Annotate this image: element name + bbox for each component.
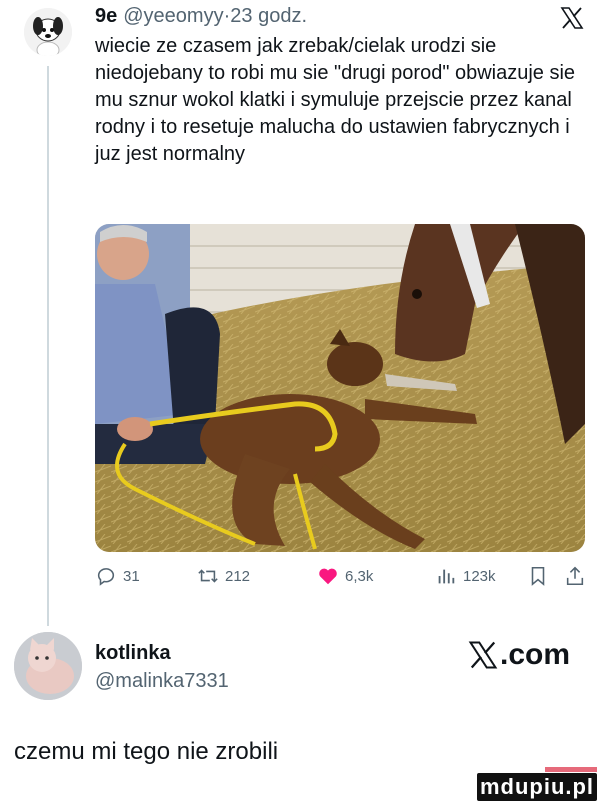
x-com-text: .com bbox=[500, 638, 571, 671]
cat-avatar-image bbox=[14, 632, 82, 700]
x-com-brand: .com bbox=[468, 638, 570, 672]
tweet-photo[interactable] bbox=[95, 224, 585, 552]
bookmark-icon bbox=[531, 566, 545, 586]
meme-caption: czemu mi tego nie zrobili bbox=[14, 738, 279, 765]
retweet-count: 212 bbox=[225, 567, 251, 585]
like-button[interactable]: 6,3k bbox=[317, 565, 373, 587]
reply-count: 31 bbox=[123, 567, 140, 585]
views-count: 123k bbox=[463, 567, 496, 585]
bookmark-button[interactable] bbox=[527, 565, 549, 587]
views-button[interactable]: 123k bbox=[435, 565, 496, 587]
thread-connector-line bbox=[47, 66, 49, 626]
flag-decoration bbox=[545, 762, 597, 772]
watermark-logo: mdupiu.pl bbox=[477, 773, 597, 801]
tweet-header: 9e @yeeomyy·23 godz. bbox=[95, 5, 307, 28]
reply-button[interactable]: 31 bbox=[95, 565, 140, 587]
foal-in-hay-photo bbox=[95, 224, 585, 552]
x-brand-icon bbox=[468, 641, 498, 669]
tweet-time[interactable]: 23 godz. bbox=[230, 5, 307, 27]
like-count: 6,3k bbox=[345, 567, 374, 585]
x-logo-icon bbox=[560, 6, 584, 30]
views-chart-icon bbox=[438, 569, 455, 584]
user-handle[interactable]: @yeeomyy bbox=[123, 5, 223, 27]
tweet-action-bar: 31 212 6,3k 123k bbox=[95, 565, 590, 591]
reply-icon bbox=[97, 568, 115, 586]
display-name[interactable]: 9e bbox=[95, 5, 117, 27]
profile-avatar[interactable] bbox=[24, 8, 72, 56]
kotlinka-display-name[interactable]: kotlinka bbox=[95, 642, 171, 665]
share-icon bbox=[566, 566, 584, 586]
retweet-button[interactable]: 212 bbox=[197, 565, 250, 587]
tweet-body-text: wiecie ze czasem jak zrebak/cielak urodz… bbox=[95, 35, 576, 165]
heart-icon bbox=[319, 568, 337, 585]
kotlinka-handle[interactable]: @malinka7331 bbox=[95, 670, 229, 693]
share-button[interactable] bbox=[564, 565, 586, 587]
dog-avatar-image bbox=[24, 8, 72, 56]
retweet-icon bbox=[198, 569, 218, 583]
kotlinka-avatar[interactable] bbox=[14, 632, 82, 700]
